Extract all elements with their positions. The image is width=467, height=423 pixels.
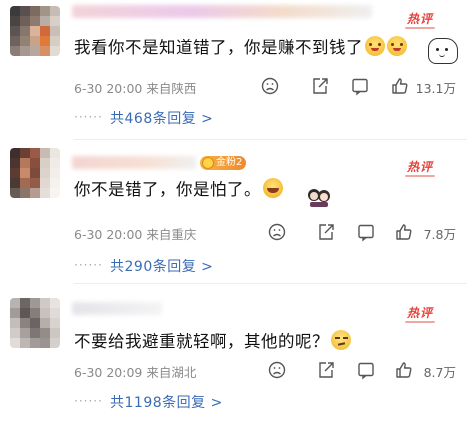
timestamp-location: 6-30 20:00 来自陕西: [74, 81, 197, 96]
dislike-face-icon[interactable]: [267, 222, 287, 242]
avatar[interactable]: [10, 148, 60, 198]
comment-item: 金粉2 热评 你不是错了，你是怕了。 6-30 20:00 来自重庆 7.8万 …: [0, 140, 467, 284]
username[interactable]: [72, 156, 196, 169]
fan-level-badge: 金粉2: [200, 156, 247, 170]
share-icon[interactable]: [316, 360, 336, 380]
timestamp-location: 6-30 20:00 来自重庆: [74, 227, 197, 242]
reply-dots: ······: [74, 394, 103, 408]
view-replies-link[interactable]: 共468条回复 >: [110, 108, 213, 128]
comment-item: 热评 不要给我避重就轻啊，其他的呢？ 6-30 20:09 来自湖北 8.7万 …: [0, 284, 467, 423]
hug-emoji-icon: [365, 36, 385, 56]
timestamp-location: 6-30 20:09 来自湖北: [74, 365, 197, 380]
comment-icon[interactable]: [356, 360, 376, 380]
comment-text: 不要给我避重就轻啊，其他的呢？: [74, 328, 351, 352]
comment-meta-row: 6-30 20:09 来自湖北 8.7万: [74, 360, 464, 380]
comment-text: 我看你不是知道错了，你是赚不到钱了: [74, 34, 407, 58]
share-icon[interactable]: [316, 222, 336, 242]
fan-level-label: 金粉2: [216, 157, 243, 168]
cat-sticker-icon: [428, 38, 458, 64]
view-replies-link[interactable]: 共1198条回复 >: [110, 392, 223, 412]
comment-body: 不要给我避重就轻啊，其他的呢？: [74, 332, 329, 351]
comment-item: 热评 我看你不是知道错了，你是赚不到钱了 6-30 20:00 来自陕西 13.…: [0, 0, 467, 140]
hot-comment-badge: 热评: [404, 160, 436, 177]
comment-body: 你不是错了，你是怕了。: [74, 180, 261, 199]
like-count: 7.8万: [423, 227, 456, 242]
avatar[interactable]: [10, 298, 60, 348]
reply-dots: ······: [74, 258, 103, 272]
like-count: 8.7万: [423, 365, 456, 380]
laugh-cry-emoji-icon: [263, 178, 283, 198]
share-icon[interactable]: [310, 76, 330, 96]
dislike-face-icon[interactable]: [267, 360, 287, 380]
smirk-emoji-icon: [331, 330, 351, 350]
hot-comment-badge: 热评: [404, 306, 436, 323]
comment-text: 你不是错了，你是怕了。: [74, 176, 283, 200]
comment-icon[interactable]: [350, 76, 370, 96]
comment-meta-row: 6-30 20:00 来自陕西 13.1万: [74, 76, 464, 96]
view-replies-link[interactable]: 共290条回复 >: [110, 256, 213, 276]
reply-dots: ······: [74, 110, 103, 124]
username[interactable]: [72, 5, 372, 18]
comment-icon[interactable]: [356, 222, 376, 242]
thumbs-up-icon[interactable]: [390, 76, 410, 96]
anime-couple-sticker-icon: [308, 189, 330, 207]
crown-icon: [202, 157, 214, 169]
comment-body: 我看你不是知道错了，你是赚不到钱了: [74, 38, 363, 57]
thumbs-up-icon[interactable]: [394, 360, 414, 380]
avatar[interactable]: [10, 6, 60, 56]
username[interactable]: [72, 302, 162, 315]
dislike-face-icon[interactable]: [260, 76, 280, 96]
like-count: 13.1万: [415, 81, 456, 96]
hot-comment-badge: 热评: [404, 12, 436, 29]
hug-emoji-icon: [387, 36, 407, 56]
thumbs-up-icon[interactable]: [394, 222, 414, 242]
comment-meta-row: 6-30 20:00 来自重庆 7.8万: [74, 222, 464, 242]
